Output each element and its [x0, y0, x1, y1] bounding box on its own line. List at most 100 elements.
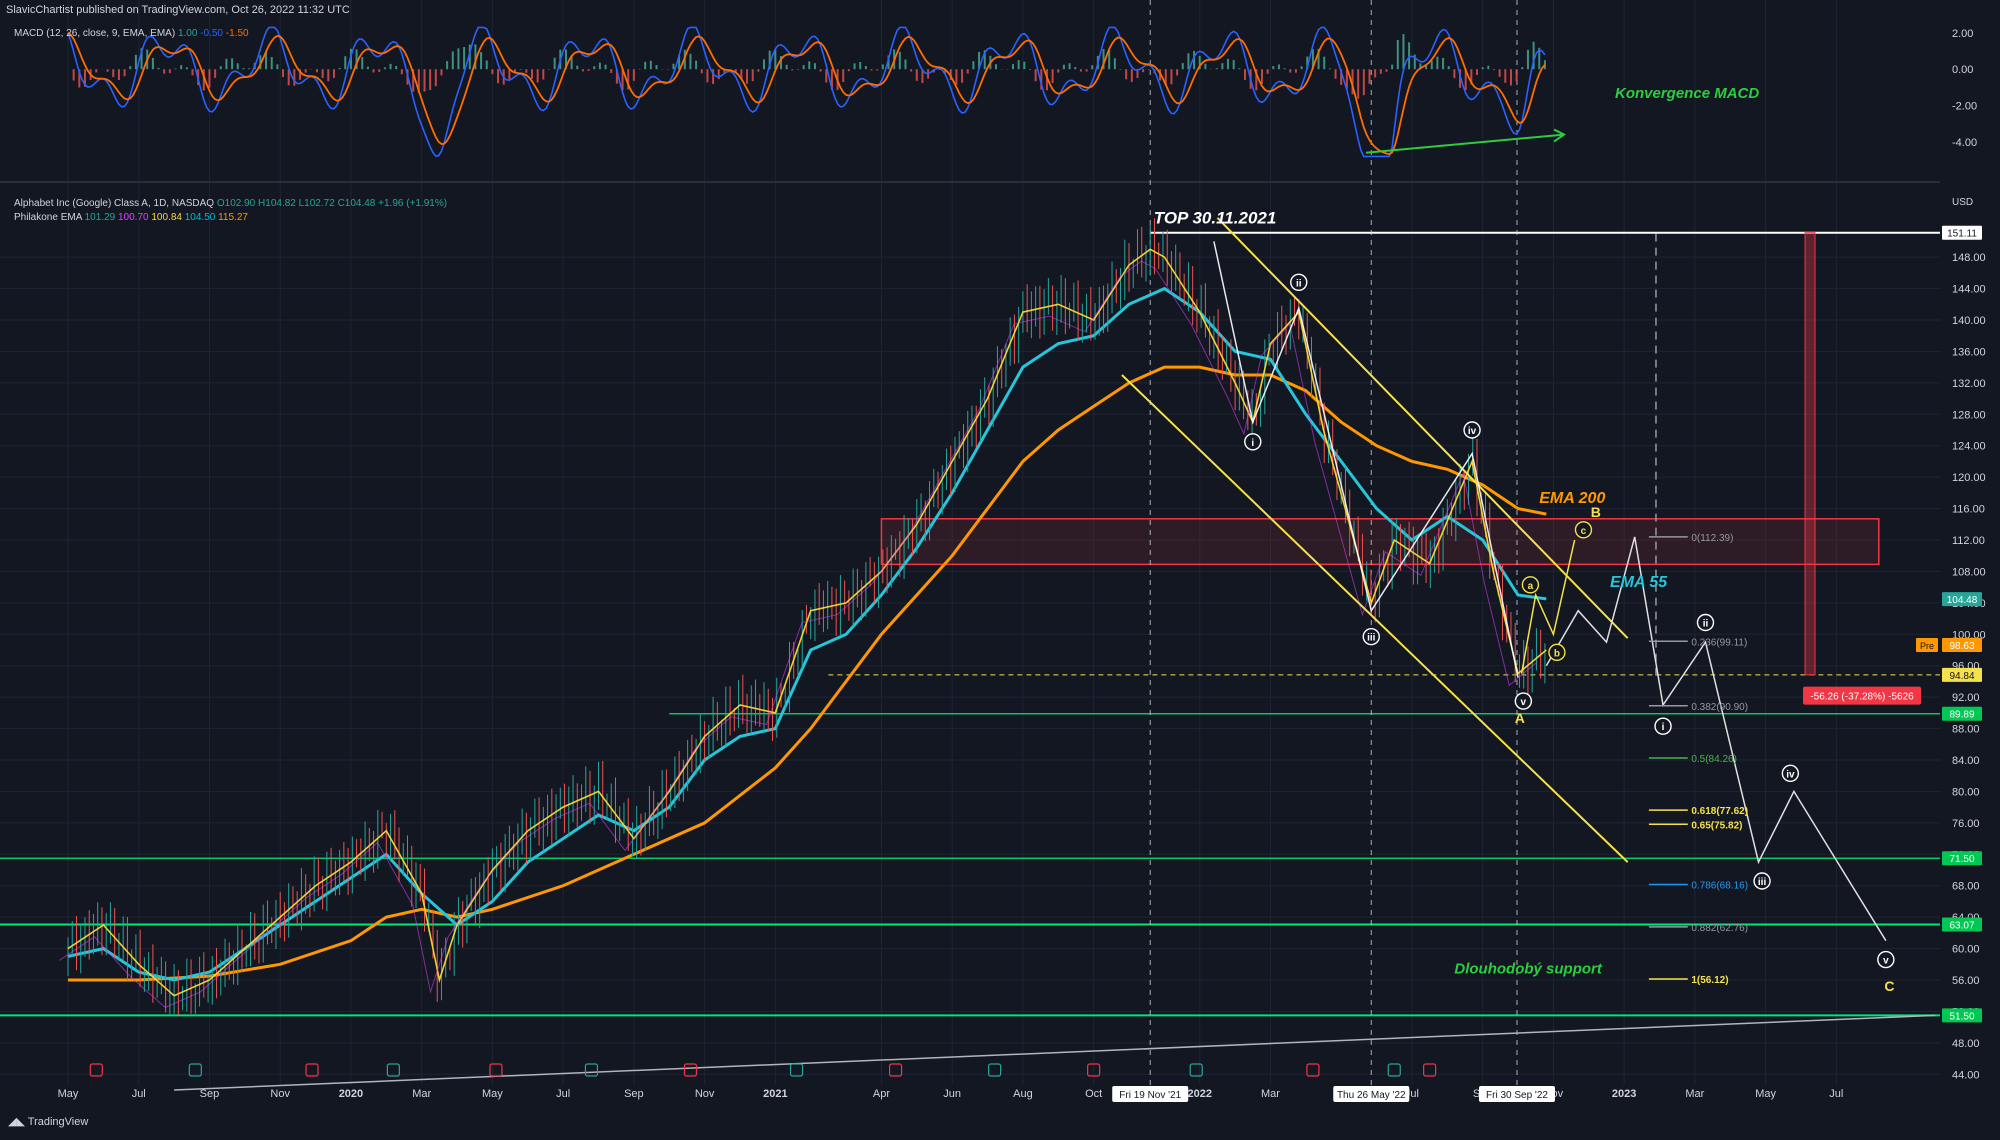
fib-level-label: 0.786(68.16)	[1691, 880, 1748, 891]
time-axis-tick-label: Apr	[873, 1088, 890, 1100]
time-axis-tick-label: Jun	[943, 1088, 961, 1100]
time-axis-tick-label: Jul	[1829, 1088, 1843, 1100]
chart-canvas[interactable]: Konvergence MACD 0(112.39) 0.236(99.11) 0.…	[0, 0, 2000, 1135]
price-axis-tick-label: 148.00	[1952, 252, 1986, 264]
proj-wave-iv-label: iv	[1786, 769, 1795, 780]
wave-C-label: C	[1884, 978, 1894, 994]
proj-wave-ii-label: ii	[1703, 619, 1709, 630]
time-axis-tick-label: 2020	[339, 1088, 363, 1100]
price-axis-tick-label: 80.00	[1952, 786, 1980, 798]
macd-legend-signal: -1.50	[225, 28, 249, 39]
price-axis-tick-label: 124.00	[1952, 441, 1986, 453]
ema200-annotation: EMA 200	[1539, 490, 1605, 507]
wave-iii-label: iii	[1367, 633, 1376, 644]
price-axis-tick-label: 132.00	[1952, 378, 1986, 390]
price-axis-tick-label: 84.00	[1952, 755, 1980, 767]
macd-axis-tick-label: 0.00	[1952, 64, 1973, 76]
price-axis-tick-label: 68.00	[1952, 881, 1980, 893]
wave-a-label: a	[1528, 581, 1534, 592]
fib-level-label: 0.5(84.26)	[1691, 754, 1737, 765]
fib-level-label: 0.382(90.90)	[1691, 702, 1748, 713]
ema-legend-row: Philakone EMA 101.29 100.70 100.84 104.5…	[14, 211, 447, 225]
wave-b-label: b	[1554, 648, 1560, 659]
time-axis-tick-label: Aug	[1013, 1088, 1033, 1100]
fib-level-label: 0.65(75.82)	[1691, 820, 1742, 831]
time-axis-tick-label: Jul	[556, 1088, 570, 1100]
chart-background	[0, 0, 2000, 1135]
time-axis-tick-label: Jul	[132, 1088, 146, 1100]
time-axis-tick-label: Oct	[1085, 1088, 1102, 1100]
proj-wave-v-label: v	[1883, 956, 1889, 967]
date-marker-label: Fri 30 Sep '22	[1486, 1090, 1548, 1101]
time-axis-tick-label: Sep	[624, 1088, 644, 1100]
time-axis-tick-label: Sep	[200, 1088, 220, 1100]
price-axis-tick-label: 88.00	[1952, 724, 1980, 736]
ema-value-4: 104.50	[184, 212, 216, 223]
price-axis-tick-label: 60.00	[1952, 944, 1980, 956]
date-marker-label: Fri 19 Nov '21	[1119, 1090, 1181, 1101]
proj-wave-iii-label: iii	[1758, 877, 1767, 888]
price-axis-tick-label: 92.00	[1952, 692, 1980, 704]
ohlc-high: H104.82	[258, 198, 296, 209]
wave-c-label: c	[1581, 526, 1587, 537]
ohlc-low: L102.72	[298, 198, 335, 209]
time-axis-tick-label: Nov	[695, 1088, 715, 1100]
publisher-header: SlavicChartist published on TradingView.…	[6, 4, 350, 16]
measure-range-bar[interactable]	[1804, 232, 1816, 676]
fib-level-label: 0.618(77.62)	[1691, 806, 1748, 817]
time-axis-tick-label: 2022	[1187, 1088, 1211, 1100]
price-axis-badge-label: 51.50	[1949, 1011, 1974, 1022]
time-axis-tick-label: Mar	[1685, 1088, 1704, 1100]
wave-iv-label: iv	[1468, 426, 1477, 437]
time-axis-tick-label: 2021	[763, 1088, 787, 1100]
price-axis-tick-label: 120.00	[1952, 472, 1986, 484]
price-axis-tick-label: 140.00	[1952, 315, 1986, 327]
wave-A-label: A	[1515, 710, 1525, 726]
price-axis-badge-label: 63.07	[1949, 920, 1974, 931]
publisher-text: SlavicChartist published on TradingView.…	[6, 4, 350, 16]
footer-brand[interactable]: ◢◣ TradingView	[8, 1115, 88, 1128]
fib-level-label: 0.236(99.11)	[1691, 637, 1747, 648]
macd-axis-tick-label: -2.00	[1952, 101, 1977, 113]
time-axis-tick-label: Mar	[412, 1088, 431, 1100]
tradingview-chart[interactable]: Konvergence MACD 0(112.39) 0.236(99.11) 0.…	[0, 0, 2000, 1135]
ema55-annotation: EMA 55	[1610, 574, 1668, 591]
price-axis-tick-label: 116.00	[1952, 504, 1985, 516]
macd-convergence-label: Konvergence MACD	[1615, 85, 1759, 102]
price-axis-badge-label: 71.50	[1949, 854, 1974, 865]
ema-value-2: 100.70	[117, 212, 149, 223]
price-axis-tick-label: 56.00	[1952, 975, 1980, 987]
price-axis-badge-label: 98.63	[1949, 641, 1974, 652]
time-axis-tick-label: 2023	[1612, 1088, 1636, 1100]
ohlc-open: O102.90	[216, 198, 256, 209]
macd-axis-tick-label: 2.00	[1952, 28, 1973, 40]
pre-market-label: Pre	[1920, 641, 1934, 651]
price-axis-unit: USD	[1952, 197, 1973, 208]
price-axis-badge-label: 151.11	[1947, 229, 1977, 240]
macd-legend-name: MACD (12, 26, close, 9, EMA, EMA)	[14, 28, 176, 39]
time-axis-tick-label: Mar	[1261, 1088, 1280, 1100]
ema-value-1: 101.29	[84, 212, 116, 223]
wave-v-label: v	[1521, 697, 1527, 708]
price-axis-tick-label: 76.00	[1952, 818, 1980, 830]
price-axis-tick-label: 128.00	[1952, 409, 1986, 421]
date-marker-label: Thu 26 May '22	[1337, 1090, 1406, 1101]
price-axis-tick-label: 44.00	[1952, 1069, 1980, 1081]
ema-indicator-name: Philakone EMA	[14, 212, 82, 223]
time-axis-tick-label: May	[482, 1088, 503, 1100]
macd-legend-hist: 1.00	[177, 28, 198, 39]
time-axis-tick-label: Nov	[270, 1088, 290, 1100]
ema-value-3: 100.84	[151, 212, 182, 223]
top-annotation: TOP 30.11.2021	[1154, 208, 1277, 227]
price-axis-badge-label: 104.48	[1947, 595, 1978, 606]
fib-level-label: 1(56.12)	[1691, 975, 1728, 986]
wave-ii-label: ii	[1296, 278, 1302, 289]
price-axis-badge-label: 89.89	[1949, 710, 1974, 721]
macd-legend[interactable]: MACD (12, 26, close, 9, EMA, EMA) 1.00 -…	[14, 28, 249, 39]
symbol-legend-row: Alphabet Inc (Google) Class A, 1D, NASDA…	[14, 197, 447, 211]
symbol-name: Alphabet Inc (Google) Class A, 1D, NASDA…	[14, 198, 215, 209]
wave-i-label: i	[1251, 438, 1254, 449]
price-legend[interactable]: Alphabet Inc (Google) Class A, 1D, NASDA…	[14, 197, 447, 225]
ohlc-close: C104.48	[337, 198, 376, 209]
macd-axis-tick-label: -4.00	[1952, 137, 1977, 149]
